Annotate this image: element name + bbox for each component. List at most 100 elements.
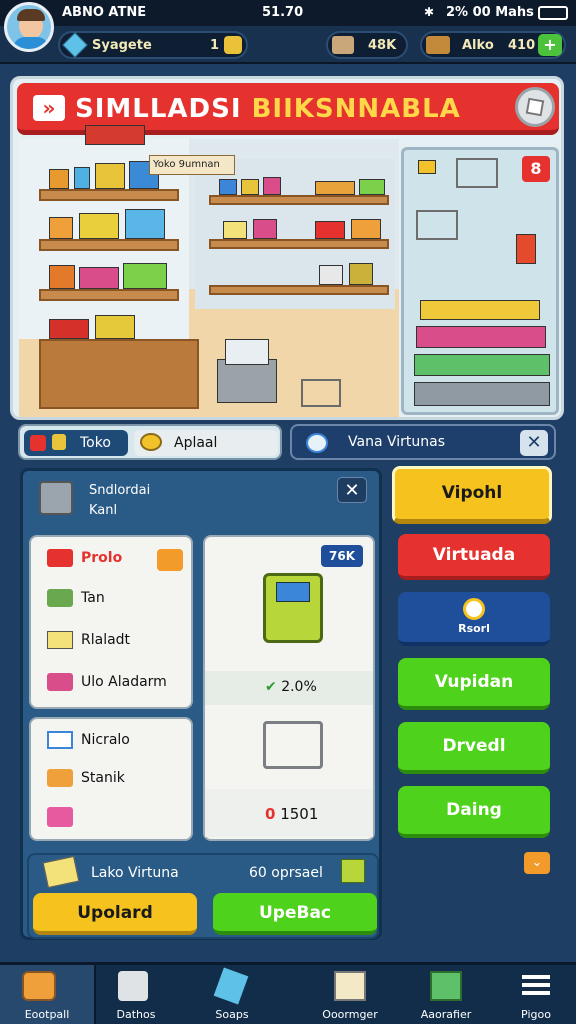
- store-room[interactable]: Yoko 9umnan: [19, 125, 399, 417]
- virtual-tab-bar[interactable]: Vana Virtunas ✕: [290, 424, 556, 460]
- nav-item-pigoo[interactable]: Pigoo: [488, 965, 576, 1024]
- aisle-preview[interactable]: 8: [401, 147, 559, 415]
- list-item[interactable]: Ulo Aladarm: [47, 673, 167, 691]
- gift-icon: [430, 971, 462, 1001]
- carrier-text: ABNO ATNE: [62, 5, 147, 20]
- list-item[interactable]: Nicralo: [47, 731, 130, 749]
- nav-label: Aaorafier: [420, 1008, 472, 1021]
- diamond-icon: [213, 967, 249, 1005]
- nav-label: Eootpall: [24, 1008, 70, 1021]
- bag-icon: [47, 769, 73, 787]
- boxes-pill[interactable]: 48K: [326, 31, 408, 59]
- bottom-nav: Eootpall Dathos Soaps Ooormger Aaorafier…: [0, 962, 576, 1024]
- drive-button[interactable]: Drvedl: [398, 722, 550, 774]
- cash-value: 410: [508, 38, 536, 53]
- coins-value: 1: [210, 38, 220, 53]
- palette-icon: [47, 673, 73, 691]
- gem-icon: [62, 32, 88, 58]
- daing-button[interactable]: Daing: [398, 786, 550, 838]
- percent-row: ✔ 2.0%: [265, 679, 317, 695]
- list-item[interactable]: Rlaladt: [47, 631, 130, 649]
- list-item[interactable]: Prolo: [47, 549, 122, 567]
- register-icon: [334, 971, 366, 1001]
- nav-item-soaps[interactable]: Soaps: [184, 965, 280, 1024]
- nav-label: Pigoo: [521, 1008, 551, 1021]
- notes-icon: [47, 631, 73, 649]
- resort-label: Rsorl: [458, 622, 490, 635]
- upload-button[interactable]: Upolard: [33, 893, 197, 935]
- close-icon[interactable]: ✕: [520, 430, 548, 456]
- battery-icon: [538, 6, 568, 20]
- tab-label: Aplaal: [174, 435, 218, 451]
- store-tabs: Toko Aplaal: [18, 424, 282, 460]
- nav-label: Soaps: [215, 1008, 249, 1021]
- cart-icon: [416, 210, 458, 240]
- game-title: SIMLLADSI BIIKSNNABLA: [75, 94, 461, 124]
- nav-label: Ooormger: [322, 1008, 378, 1021]
- tab-aplaal[interactable]: Aplaal: [134, 430, 278, 456]
- clock-text: 51.70: [262, 5, 304, 20]
- gift-icon: [47, 549, 73, 567]
- virtual-button[interactable]: Virtuada: [398, 534, 550, 580]
- settings-cube-icon[interactable]: [515, 87, 555, 127]
- upload-footer: Lako Virtuna 60 oprsael Upolard UpeBac: [27, 853, 379, 939]
- add-cash-icon[interactable]: +: [538, 34, 562, 56]
- shop-icon: [22, 971, 56, 1001]
- menu-icon: [522, 975, 550, 979]
- alert-badge: 8: [522, 156, 550, 182]
- store-sign: Yoko 9umnan: [149, 155, 235, 175]
- box-icon: [332, 36, 354, 54]
- check-icon[interactable]: [157, 549, 183, 571]
- boxes-value: 48K: [368, 38, 397, 53]
- footer-right-label: 60 oprsael: [249, 865, 323, 881]
- cash-pill[interactable]: Alko 410 +: [420, 31, 566, 59]
- receipt-icon: [42, 855, 80, 889]
- coins-label: Syagete: [92, 38, 152, 53]
- price-badge: 76K: [321, 545, 363, 567]
- update-button[interactable]: Vupidan: [398, 658, 550, 710]
- box-icon: [39, 481, 73, 515]
- list-item[interactable]: [47, 807, 81, 827]
- player-avatar[interactable]: [4, 2, 54, 52]
- stack-icon: [47, 589, 73, 607]
- tag-icon: [52, 434, 66, 450]
- wifi-icon: ✱: [424, 5, 435, 19]
- product-card[interactable]: 76K ✔ 2.0% 0 1501: [203, 535, 375, 841]
- cart-icon: [263, 721, 323, 769]
- resort-button[interactable]: Rsorl: [398, 592, 550, 646]
- box-icon: [118, 971, 148, 1001]
- panel-header-line1: Sndlordai: [89, 483, 151, 498]
- tab-toko[interactable]: Toko: [24, 430, 128, 456]
- upgrade-button[interactable]: UpeBac: [213, 893, 377, 935]
- coins-pill[interactable]: Syagete 1: [58, 31, 248, 59]
- pencil-icon[interactable]: [341, 859, 365, 883]
- inventory-panel: Sndlordai Kanl ✕ Prolo Tan Rlaladt Ulo A…: [20, 468, 382, 940]
- nav-label: Dathos: [116, 1008, 156, 1021]
- cube-icon: [47, 807, 73, 827]
- vip-button[interactable]: Vipohl: [392, 466, 552, 524]
- count-row: 0 1501: [265, 805, 319, 823]
- category-list-1: Prolo Tan Rlaladt Ulo Aladarm: [29, 535, 193, 709]
- resource-bar: Syagete 1 48K Alko 410 +: [0, 26, 576, 64]
- close-icon[interactable]: ✕: [337, 477, 367, 503]
- nav-item-aaorafier[interactable]: Aaorafier: [398, 965, 494, 1024]
- tab-label: Vana Virtunas: [348, 434, 445, 450]
- cash-label: Alko: [462, 38, 494, 53]
- list-item[interactable]: Stanik: [47, 769, 125, 787]
- nav-item-eootpall[interactable]: Eootpall: [0, 965, 96, 1024]
- list-item[interactable]: Tan: [47, 589, 105, 607]
- tab-label: Toko: [80, 435, 111, 451]
- coin-icon: [224, 36, 242, 54]
- store-view-panel: » SIMLLADSI BIIKSNNABLA Yoko 9umnan 8: [10, 76, 564, 420]
- category-list-2: Nicralo Stanik: [29, 717, 193, 841]
- shop-icon: [30, 435, 46, 451]
- nav-item-dathos[interactable]: Dathos: [88, 965, 184, 1024]
- cart-icon: [456, 158, 498, 188]
- panel-header-line2: Kanl: [89, 503, 118, 518]
- nav-item-ooormger[interactable]: Ooormger: [302, 965, 398, 1024]
- arrow-icon: »: [33, 95, 65, 121]
- globe-icon: [463, 598, 485, 620]
- crate-icon: [426, 36, 450, 54]
- status-bar: ABNO ATNE 51.70 ✱ 2% 00 Mahs: [0, 0, 576, 26]
- chevron-down-icon[interactable]: ⌄: [524, 852, 550, 874]
